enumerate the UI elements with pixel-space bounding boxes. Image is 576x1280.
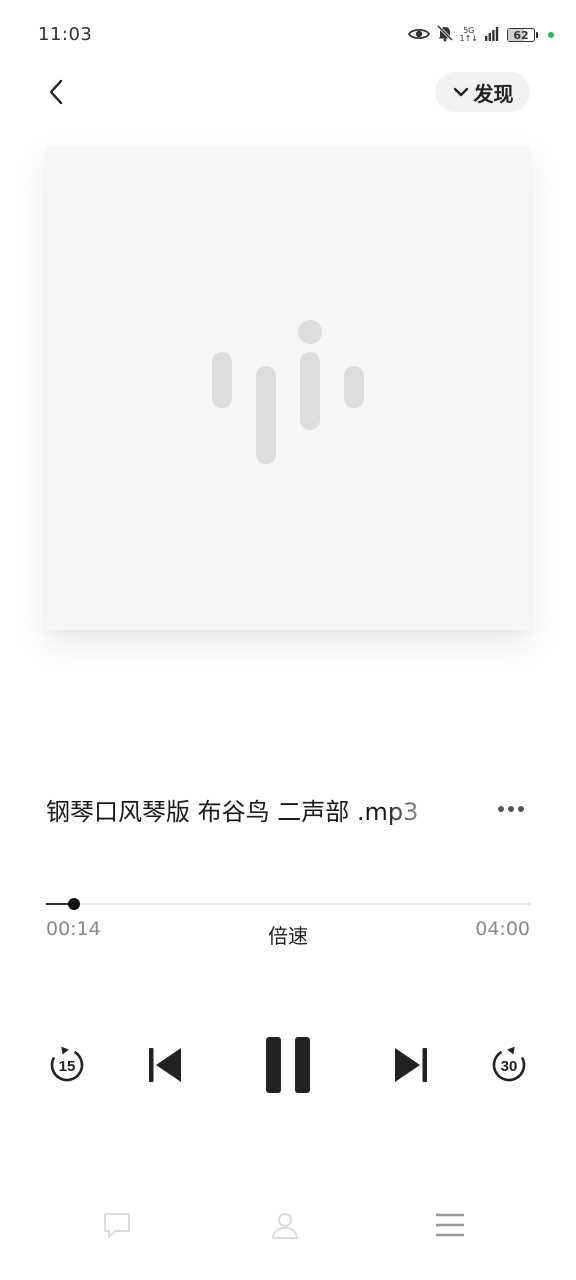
playback-speed-button[interactable]: 倍速 (248, 920, 328, 949)
rewind-15-button[interactable]: 15 (44, 1042, 90, 1088)
signal-icon (485, 25, 501, 45)
total-time: 04:00 (475, 918, 530, 940)
audio-player-screen: 11:03 5G 1↑↓ 62 发现 钢琴口风琴版 布谷鸟 二声部 .mp3 0… (0, 0, 576, 1280)
progress-bar[interactable] (46, 898, 530, 910)
bell-off-icon (436, 24, 454, 46)
rewind-15-icon: 15 (50, 1046, 84, 1082)
audio-wave-logo (212, 320, 364, 464)
battery-icon: 62 (507, 28, 535, 42)
eye-icon (407, 26, 430, 45)
battery-nub (536, 32, 538, 38)
status-icons: 5G 1↑↓ 62 (407, 22, 554, 48)
skip-next-icon (395, 1048, 427, 1082)
pause-icon (266, 1037, 310, 1093)
skip-previous-icon (149, 1048, 181, 1082)
album-cover (46, 146, 530, 630)
network-type: 5G 1↑↓ (459, 26, 479, 43)
next-track-button[interactable] (386, 1040, 436, 1090)
svg-text:15: 15 (59, 1058, 76, 1075)
playlist-menu-button[interactable] (428, 1203, 472, 1247)
more-horizontal-icon (498, 806, 504, 812)
discover-button[interactable]: 发现 (435, 72, 530, 112)
status-bar: 11:03 5G 1↑↓ 62 (0, 0, 576, 70)
status-time: 11:03 (38, 24, 93, 45)
back-button[interactable] (38, 72, 74, 112)
comment-button[interactable] (95, 1203, 139, 1247)
elapsed-time: 00:14 (46, 918, 101, 940)
privacy-indicator-dot (548, 32, 554, 38)
chevron-left-icon (49, 79, 63, 105)
chevron-down-icon (453, 87, 468, 97)
pause-button[interactable] (256, 1030, 320, 1100)
bottom-nav (0, 1195, 576, 1255)
forward-30-icon: 30 (492, 1046, 526, 1082)
more-options-button[interactable] (492, 794, 530, 824)
previous-track-button[interactable] (140, 1040, 190, 1090)
forward-30-button[interactable]: 30 (486, 1042, 532, 1088)
discover-label: 发现 (473, 81, 514, 106)
progress-thumb[interactable] (68, 898, 81, 910)
track-title: 钢琴口风琴版 布谷鸟 二声部 .mp3 (46, 798, 419, 826)
menu-icon (436, 1213, 464, 1237)
comment-icon (104, 1213, 130, 1238)
author-button[interactable] (263, 1203, 307, 1247)
svg-text:30: 30 (501, 1058, 518, 1075)
user-icon (272, 1213, 298, 1239)
